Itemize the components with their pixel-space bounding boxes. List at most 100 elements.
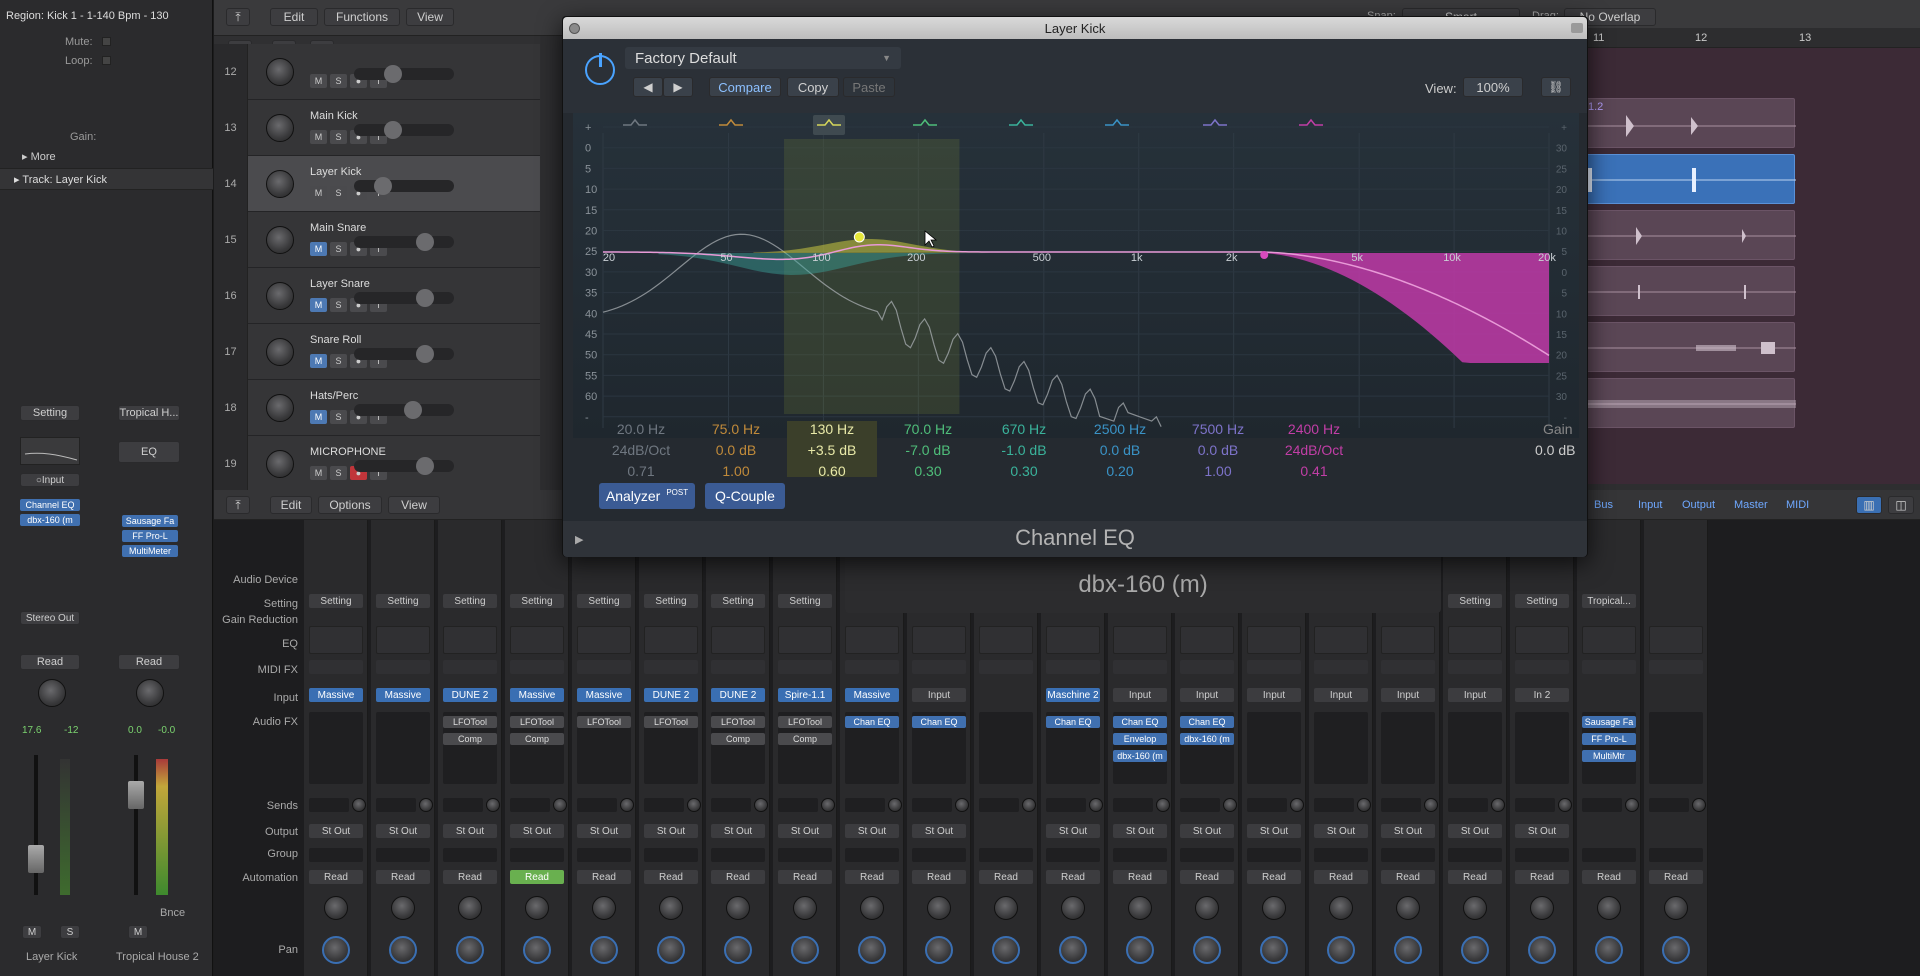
audio-fx-slot[interactable]: Comp bbox=[711, 733, 765, 745]
gain-knob[interactable] bbox=[1664, 896, 1688, 920]
band-8-values[interactable]: 2400 Hz 24dB/Oct 0.41 bbox=[1269, 421, 1359, 484]
group-slot[interactable] bbox=[778, 848, 832, 862]
pan-knob[interactable] bbox=[389, 936, 417, 964]
q-couple-button[interactable]: Q-Couple bbox=[705, 483, 785, 509]
automation-button[interactable]: Read bbox=[1314, 870, 1368, 884]
output-button[interactable]: St Out bbox=[1247, 824, 1301, 838]
input-button[interactable]: Input bbox=[1247, 688, 1301, 702]
band-freq[interactable]: 20.0 Hz bbox=[596, 421, 686, 442]
eq-thumbnail[interactable] bbox=[979, 626, 1033, 654]
pan-knob[interactable] bbox=[1327, 936, 1355, 964]
mute-button[interactable]: M bbox=[310, 298, 327, 312]
track-icon[interactable] bbox=[266, 170, 294, 198]
region-snare-roll[interactable] bbox=[1585, 322, 1796, 372]
send-knob[interactable] bbox=[687, 798, 701, 812]
eq-thumbnail[interactable] bbox=[778, 626, 832, 654]
eq-thumbnail[interactable] bbox=[1649, 626, 1703, 654]
output-button[interactable]: St Out bbox=[845, 824, 899, 838]
automation-button[interactable]: Read bbox=[845, 870, 899, 884]
midi-fx-slot[interactable] bbox=[979, 660, 1033, 674]
setting-button[interactable]: Setting bbox=[20, 405, 80, 421]
group-slot[interactable] bbox=[979, 848, 1033, 862]
split-view-icon[interactable]: ◫ bbox=[1888, 496, 1914, 514]
pan-knob[interactable] bbox=[724, 936, 752, 964]
region-layer-snare[interactable] bbox=[1585, 266, 1796, 316]
band-freq[interactable]: 75.0 Hz bbox=[691, 421, 781, 442]
band-4-values[interactable]: 70.0 Hz -7.0 dB 0.30 bbox=[883, 421, 973, 484]
send-slot[interactable] bbox=[376, 798, 416, 812]
track-name[interactable]: Snare Roll bbox=[310, 334, 361, 346]
band-1-values[interactable]: 20.0 Hz 24dB/Oct 0.71 bbox=[596, 421, 686, 484]
track-name[interactable]: Layer Snare bbox=[310, 278, 370, 290]
output-button[interactable]: St Out bbox=[644, 824, 698, 838]
track-name[interactable]: Main Snare bbox=[310, 222, 366, 234]
eq-graph[interactable]: + +0 30 5 25 10 20 15 15 20 10 25 5 30 0 35 5 40 10 45 15 50 2… bbox=[573, 113, 1579, 438]
band-q[interactable]: 0.20 bbox=[1075, 463, 1165, 484]
region-main-kick[interactable]: 1.2 bbox=[1585, 98, 1796, 148]
midi-fx-slot[interactable] bbox=[1649, 660, 1703, 674]
mute-button[interactable]: M bbox=[310, 74, 327, 88]
tab-master[interactable]: Master bbox=[1734, 499, 1768, 511]
send-slot[interactable] bbox=[1180, 798, 1220, 812]
send-knob[interactable] bbox=[1625, 798, 1639, 812]
pan-knob[interactable] bbox=[1394, 936, 1422, 964]
pan-knob[interactable] bbox=[1595, 936, 1623, 964]
send-slot[interactable] bbox=[1247, 798, 1287, 812]
loop-checkbox[interactable] bbox=[102, 56, 111, 65]
input-button[interactable]: Input bbox=[1314, 688, 1368, 702]
send-slot[interactable] bbox=[510, 798, 550, 812]
insert-slot-1[interactable]: Channel EQ bbox=[20, 499, 80, 511]
automation-button[interactable]: Read bbox=[1649, 870, 1703, 884]
band-3-values[interactable]: 130 Hz +3.5 dB 0.60 bbox=[787, 421, 877, 479]
input-button[interactable]: ○ Input bbox=[20, 473, 80, 487]
send-slot[interactable] bbox=[1515, 798, 1555, 812]
input-button[interactable]: Massive bbox=[309, 688, 363, 702]
pan-knob[interactable] bbox=[657, 936, 685, 964]
midi-fx-slot[interactable] bbox=[1113, 660, 1167, 674]
automation-button[interactable]: Read bbox=[309, 870, 363, 884]
automation-button[interactable]: Read bbox=[20, 654, 80, 670]
track-icon[interactable] bbox=[266, 114, 294, 142]
send-knob[interactable] bbox=[821, 798, 835, 812]
gain-knob[interactable] bbox=[458, 896, 482, 920]
automation-button[interactable]: Read bbox=[1448, 870, 1502, 884]
band-freq[interactable]: 2500 Hz bbox=[1075, 421, 1165, 442]
setting-button[interactable]: Tropical H... bbox=[118, 405, 180, 421]
audio-fx-slot[interactable]: Comp bbox=[510, 733, 564, 745]
send-slot[interactable] bbox=[644, 798, 684, 812]
view-menu[interactable]: View bbox=[406, 8, 454, 26]
audio-fx-slot[interactable]: FF Pro-L bbox=[1582, 733, 1636, 745]
midi-fx-slot[interactable] bbox=[644, 660, 698, 674]
region-header[interactable]: Region: Kick 1 - 1-140 Bpm - 130 bbox=[6, 10, 169, 22]
audio-fx-slot[interactable]: LFOTool bbox=[577, 716, 631, 728]
input-button[interactable]: Massive bbox=[845, 688, 899, 702]
automation-button[interactable]: Read bbox=[1113, 870, 1167, 884]
bounce-label[interactable]: Bnce bbox=[160, 907, 185, 919]
pan-knob[interactable] bbox=[858, 936, 886, 964]
audio-fx-slot[interactable]: Chan EQ bbox=[1046, 716, 1100, 728]
track-volume-slider[interactable] bbox=[354, 289, 454, 307]
ruler[interactable]: 11 12 13 bbox=[1585, 28, 1920, 48]
group-slot[interactable] bbox=[1381, 848, 1435, 862]
track-icon[interactable] bbox=[266, 282, 294, 310]
gain-knob[interactable] bbox=[391, 896, 415, 920]
input-button[interactable]: DUNE 2 bbox=[711, 688, 765, 702]
band-q[interactable]: 0.71 bbox=[596, 463, 686, 484]
insert-slot-3[interactable]: MultiMeter bbox=[122, 545, 178, 557]
volume-slider-thumb[interactable] bbox=[416, 289, 434, 307]
automation-button[interactable]: Read bbox=[443, 870, 497, 884]
track-volume-slider[interactable] bbox=[354, 65, 454, 83]
group-slot[interactable] bbox=[577, 848, 631, 862]
band-q[interactable]: 0.60 bbox=[787, 463, 877, 484]
gain-knob[interactable] bbox=[592, 896, 616, 920]
eq-thumbnail[interactable] bbox=[1046, 626, 1100, 654]
pan-knob[interactable] bbox=[925, 936, 953, 964]
track-row[interactable]: 12 M S ● I bbox=[214, 44, 540, 100]
mute-checkbox[interactable] bbox=[102, 37, 111, 46]
track-row[interactable]: 15 Main Snare M S ● I bbox=[214, 212, 540, 268]
volume-slider-thumb[interactable] bbox=[374, 177, 392, 195]
send-knob[interactable] bbox=[1424, 798, 1438, 812]
midi-fx-slot[interactable] bbox=[1381, 660, 1435, 674]
automation-button[interactable]: Read bbox=[912, 870, 966, 884]
output-button[interactable]: St Out bbox=[912, 824, 966, 838]
